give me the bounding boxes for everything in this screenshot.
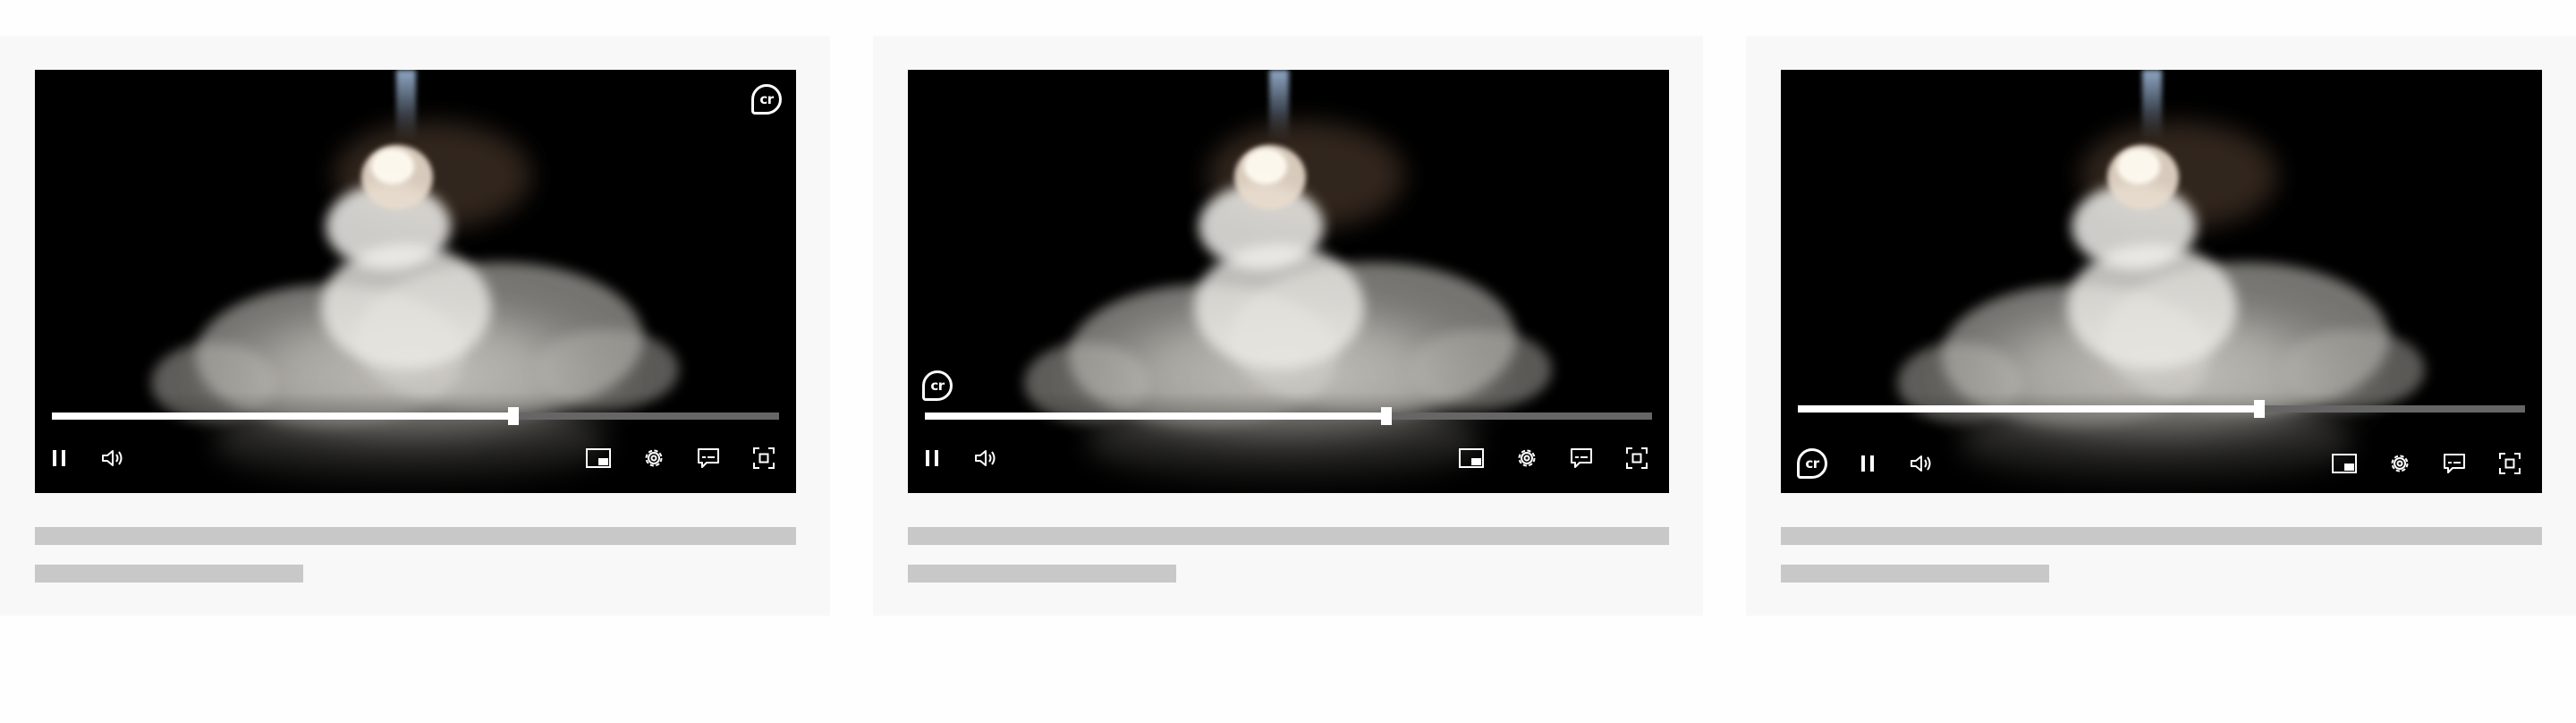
progress-bar[interactable]	[1798, 400, 2525, 418]
picture-in-picture-icon	[1459, 448, 1484, 468]
video-player[interactable]: cr	[35, 70, 796, 493]
pause-button[interactable]	[917, 443, 947, 473]
subtitle-placeholder	[35, 565, 303, 583]
settings-button[interactable]	[2385, 448, 2415, 479]
settings-gear-icon	[645, 449, 663, 467]
video-frame	[1781, 70, 2542, 493]
fullscreen-button[interactable]	[749, 443, 779, 473]
progress-played	[1798, 405, 2260, 413]
volume-icon	[1911, 455, 1931, 472]
video-frame	[35, 70, 796, 493]
captions-button[interactable]	[2439, 448, 2470, 479]
captions-button[interactable]	[693, 443, 724, 473]
pause-button[interactable]	[44, 443, 74, 473]
picture-in-picture-button[interactable]	[1456, 443, 1487, 473]
fullscreen-button[interactable]	[2495, 448, 2525, 479]
progress-scrubber-handle[interactable]	[2254, 400, 2266, 418]
progress-bar[interactable]	[52, 407, 779, 425]
settings-gear-icon	[1518, 449, 1536, 467]
volume-button[interactable]	[970, 443, 1001, 473]
volume-icon	[102, 450, 123, 466]
content-credentials-label: cr	[1805, 455, 1819, 472]
title-placeholder	[1781, 527, 2542, 545]
picture-in-picture-icon	[586, 448, 611, 468]
settings-button[interactable]	[1512, 443, 1542, 473]
fullscreen-icon	[1626, 447, 1648, 469]
video-card-3: cr	[1746, 36, 2576, 616]
content-credentials-badge[interactable]: cr	[1797, 448, 1827, 479]
subtitle-placeholder	[908, 565, 1176, 583]
subtitle-placeholder	[1781, 565, 2049, 583]
volume-button[interactable]	[97, 443, 128, 473]
settings-gear-icon	[2391, 455, 2409, 472]
title-placeholder	[35, 527, 796, 545]
volume-button[interactable]	[1906, 448, 1936, 479]
fullscreen-button[interactable]	[1622, 443, 1652, 473]
picture-in-picture-button[interactable]	[2329, 448, 2360, 479]
volume-icon	[975, 450, 996, 466]
captions-button[interactable]	[1566, 443, 1597, 473]
content-credentials-label: cr	[930, 377, 945, 394]
content-credentials-badge[interactable]: cr	[922, 370, 953, 401]
progress-scrubber-handle[interactable]	[1381, 407, 1393, 425]
fullscreen-icon	[2499, 453, 2521, 474]
video-frame	[908, 70, 1669, 493]
pause-icon	[53, 450, 65, 466]
pause-icon	[926, 450, 938, 466]
captions-icon	[2444, 454, 2465, 473]
fullscreen-icon	[753, 447, 775, 469]
captions-icon	[698, 448, 719, 468]
progress-scrubber-handle[interactable]	[508, 407, 520, 425]
settings-button[interactable]	[639, 443, 669, 473]
picture-in-picture-button[interactable]	[583, 443, 614, 473]
video-player[interactable]: cr	[908, 70, 1669, 493]
pause-icon	[1861, 455, 1874, 472]
content-credentials-badge[interactable]: cr	[751, 84, 782, 115]
pause-button[interactable]	[1852, 448, 1883, 479]
title-placeholder	[908, 527, 1669, 545]
captions-icon	[1571, 448, 1592, 468]
progress-bar[interactable]	[925, 407, 1652, 425]
video-player[interactable]: cr	[1781, 70, 2542, 493]
progress-played	[925, 413, 1387, 420]
progress-played	[52, 413, 514, 420]
video-card-2: cr	[873, 36, 1703, 616]
video-card-1: cr	[0, 36, 830, 616]
picture-in-picture-icon	[2332, 454, 2357, 473]
content-credentials-label: cr	[759, 90, 774, 107]
